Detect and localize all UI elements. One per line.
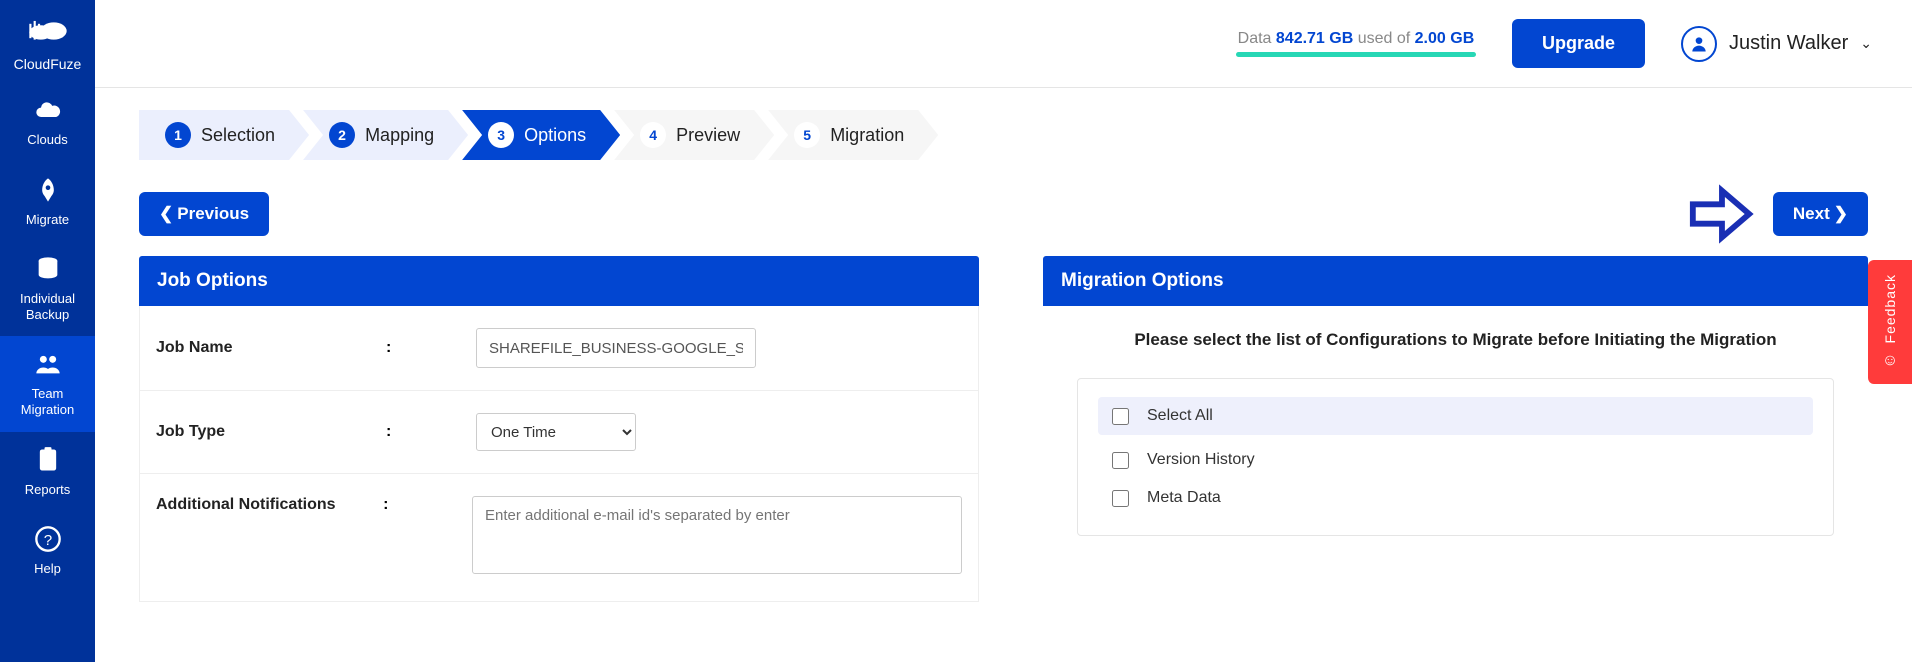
svg-text:?: ? — [43, 532, 51, 549]
upgrade-button[interactable]: Upgrade — [1512, 19, 1645, 68]
sidebar-item-help[interactable]: ? Help — [0, 511, 95, 591]
step-mapping[interactable]: 2 Mapping — [303, 110, 468, 160]
job-options-title: Job Options — [139, 256, 979, 306]
previous-button[interactable]: ❮ Previous — [139, 192, 269, 236]
step-selection[interactable]: 1 Selection — [139, 110, 309, 160]
step-label: Selection — [201, 125, 275, 146]
job-name-row: Job Name : — [140, 306, 978, 391]
meta-data-checkbox[interactable] — [1112, 490, 1129, 507]
step-migration[interactable]: 5 Migration — [768, 110, 938, 160]
additional-notifications-input[interactable] — [472, 496, 962, 574]
feedback-label: Feedback — [1882, 274, 1898, 343]
clipboard-icon — [4, 446, 91, 478]
job-options-panel: Job Options Job Name : Job Type : One Ti… — [139, 256, 979, 602]
chevron-right-icon: ❯ — [1834, 204, 1848, 224]
step-number: 2 — [329, 122, 355, 148]
database-icon — [4, 255, 91, 287]
colon: : — [386, 339, 476, 357]
team-icon — [4, 350, 91, 382]
job-type-row: Job Type : One Time — [140, 391, 978, 474]
colon: : — [386, 423, 476, 441]
select-all-label: Select All — [1147, 407, 1213, 425]
select-all-row[interactable]: Select All — [1098, 397, 1813, 435]
sidebar-item-reports[interactable]: Reports — [0, 432, 95, 512]
next-button[interactable]: Next ❯ — [1773, 192, 1868, 236]
main: Data 842.71 GB used of 2.00 GB Upgrade J… — [95, 0, 1912, 662]
sidebar-item-migrate[interactable]: Migrate — [0, 162, 95, 242]
config-item-meta-data[interactable]: Meta Data — [1098, 479, 1813, 517]
feedback-tab[interactable]: Feedback ☺ — [1868, 260, 1912, 384]
rocket-icon — [4, 176, 91, 208]
header: Data 842.71 GB used of 2.00 GB Upgrade J… — [95, 0, 1912, 88]
migration-options-title: Migration Options — [1043, 256, 1868, 306]
cloud-icon — [4, 96, 91, 128]
step-label: Migration — [830, 125, 904, 146]
chevron-down-icon: ⌄ — [1860, 35, 1872, 52]
logo: CloudFuze — [0, 0, 95, 82]
version-history-checkbox[interactable] — [1112, 452, 1129, 469]
user-avatar-icon — [1681, 26, 1717, 62]
migration-options-panel: Migration Options Please select the list… — [1043, 256, 1868, 602]
step-options[interactable]: 3 Options — [462, 110, 620, 160]
data-usage-bar — [1236, 52, 1476, 57]
step-label: Options — [524, 125, 586, 146]
step-number: 1 — [165, 122, 191, 148]
feedback-icon: ☺ — [1882, 352, 1898, 370]
config-item-version-history[interactable]: Version History — [1098, 441, 1813, 479]
data-usage-used: 842.71 GB — [1276, 30, 1353, 47]
additional-notifications-row: Additional Notifications : — [140, 474, 978, 601]
step-number: 3 — [488, 122, 514, 148]
nav-buttons-row: ❮ Previous Next ❯ — [139, 184, 1868, 244]
sidebar-item-individual-backup[interactable]: Individual Backup — [0, 241, 95, 336]
sidebar-item-team-migration[interactable]: Team Migration — [0, 336, 95, 431]
data-usage-mid: used of — [1353, 30, 1414, 47]
data-usage-total: 2.00 GB — [1415, 30, 1475, 47]
help-icon: ? — [4, 525, 91, 557]
content: 1 Selection 2 Mapping 3 Options 4 Previe… — [95, 88, 1912, 662]
logo-text: CloudFuze — [4, 56, 91, 72]
cloudfuze-logo-icon — [4, 18, 91, 50]
panels: Job Options Job Name : Job Type : One Ti… — [139, 256, 1868, 602]
config-item-label: Meta Data — [1147, 489, 1221, 507]
step-number: 5 — [794, 122, 820, 148]
step-number: 4 — [640, 122, 666, 148]
step-preview[interactable]: 4 Preview — [614, 110, 774, 160]
step-label: Mapping — [365, 125, 434, 146]
colon: : — [383, 496, 472, 514]
migration-options-description: Please select the list of Configurations… — [1063, 330, 1848, 350]
arrow-callout-icon — [1687, 184, 1755, 244]
job-type-label: Job Type — [156, 423, 386, 441]
additional-notifications-label: Additional Notifications — [156, 496, 383, 514]
data-usage: Data 842.71 GB used of 2.00 GB — [1236, 30, 1476, 57]
data-usage-prefix: Data — [1238, 30, 1276, 47]
previous-button-label: Previous — [177, 204, 249, 224]
user-menu[interactable]: Justin Walker ⌄ — [1681, 26, 1872, 62]
configurations-box: Select All Version History Meta Data — [1077, 378, 1834, 536]
sidebar: CloudFuze Clouds Migrate Individual Back… — [0, 0, 95, 662]
step-label: Preview — [676, 125, 740, 146]
sidebar-item-clouds[interactable]: Clouds — [0, 82, 95, 162]
wizard-stepper: 1 Selection 2 Mapping 3 Options 4 Previe… — [139, 110, 1868, 160]
chevron-left-icon: ❮ — [159, 204, 173, 224]
job-name-label: Job Name — [156, 339, 386, 357]
job-name-input[interactable] — [476, 328, 756, 368]
config-item-label: Version History — [1147, 451, 1255, 469]
job-type-select[interactable]: One Time — [476, 413, 636, 451]
user-name: Justin Walker — [1729, 32, 1848, 55]
next-button-label: Next — [1793, 204, 1830, 224]
select-all-checkbox[interactable] — [1112, 408, 1129, 425]
